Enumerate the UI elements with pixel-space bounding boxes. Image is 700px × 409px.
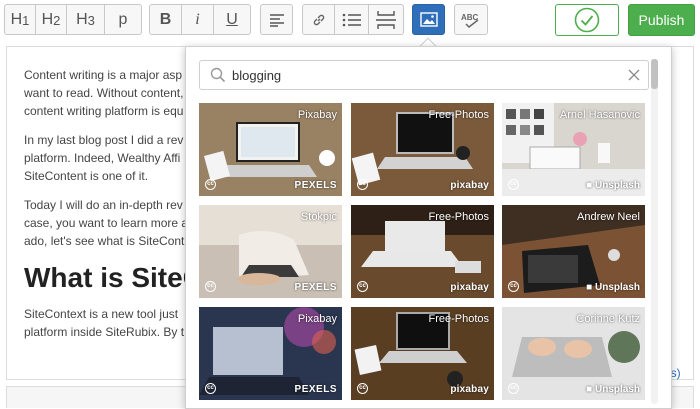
image-search-input[interactable]	[232, 67, 612, 83]
cc-icon: cc	[357, 179, 368, 190]
image-search-box	[199, 60, 649, 90]
svg-text:ABC: ABC	[461, 13, 479, 22]
image-result-tile[interactable]: Free-Photos cc pixabay	[351, 205, 494, 298]
list-button[interactable]	[335, 5, 369, 34]
page-break-button[interactable]	[369, 5, 403, 34]
insert-image-button[interactable]	[412, 4, 445, 35]
close-icon[interactable]	[628, 69, 640, 81]
paragraph-button[interactable]: p	[105, 5, 141, 34]
image-brand-label: pixabay	[450, 282, 489, 293]
insert-group	[302, 4, 404, 35]
scroll-thumb[interactable]	[651, 59, 658, 89]
search-icon	[210, 67, 226, 83]
italic-button[interactable]: i	[182, 5, 214, 34]
image-picker-popup: Pixabay cc PEXELS Free-Photos cc pixabay	[185, 46, 672, 409]
save-check-button[interactable]	[555, 4, 619, 36]
image-icon	[419, 12, 438, 27]
format-group: B i U	[149, 4, 251, 35]
image-source-label: Free-Photos	[428, 313, 489, 325]
spellcheck-icon: ABC	[461, 13, 479, 28]
image-brand-label: ■ Unsplash	[586, 180, 640, 191]
cc-icon: cc	[508, 383, 519, 394]
popup-scrollbar[interactable]	[651, 59, 658, 404]
heading-2-button[interactable]: H2	[36, 5, 67, 34]
image-brand-label: PEXELS	[294, 180, 337, 191]
list-icon	[342, 13, 361, 26]
bold-button[interactable]: B	[150, 5, 182, 34]
image-source-label: Andrew Neel	[577, 211, 640, 223]
image-result-tile[interactable]: Pixabay cc PEXELS	[199, 103, 342, 196]
image-result-tile[interactable]: Corinne Kutz cc ■ Unsplash	[502, 307, 645, 400]
image-brand-label: pixabay	[450, 384, 489, 395]
page-break-icon	[376, 10, 396, 29]
underline-button[interactable]: U	[214, 5, 250, 34]
spellcheck-button[interactable]: ABC	[454, 4, 488, 35]
cc-icon: cc	[508, 281, 519, 292]
image-brand-label: ■ Unsplash	[586, 282, 640, 293]
image-brand-label: PEXELS	[294, 384, 337, 395]
publish-button[interactable]: Publish	[628, 4, 695, 36]
heading-3-button[interactable]: H3	[67, 5, 105, 34]
image-result-tile[interactable]: Free-Photos cc pixabay	[351, 103, 494, 196]
image-result-tile[interactable]: Stokpic cc PEXELS	[199, 205, 342, 298]
editor-toolbar: H1 H2 H3 p B i U ABC Publish	[0, 0, 700, 40]
image-brand-label: PEXELS	[294, 282, 337, 293]
link-button[interactable]	[303, 5, 335, 34]
link-icon	[313, 14, 324, 25]
heading-1-button[interactable]: H1	[5, 5, 36, 34]
image-source-label: Pixabay	[297, 313, 337, 325]
checkmark-circle-icon	[574, 7, 600, 33]
cc-icon: cc	[205, 383, 216, 394]
align-left-icon	[269, 13, 284, 27]
cc-icon: cc	[205, 179, 216, 190]
cc-icon: cc	[357, 383, 368, 394]
cc-icon: cc	[205, 281, 216, 292]
image-result-tile[interactable]: Pixabay cc PEXELS	[199, 307, 342, 400]
image-result-tile[interactable]: Free-Photos cc pixabay	[351, 307, 494, 400]
image-result-tile[interactable]: Andrew Neel cc ■ Unsplash	[502, 205, 645, 298]
image-source-label: Corinne Kutz	[576, 313, 640, 325]
image-brand-label: pixabay	[450, 180, 489, 191]
image-result-tile[interactable]: Arnel Hasanovic cc ■ Unsplash	[502, 103, 645, 196]
image-source-label: Pixabay	[297, 109, 337, 121]
align-button[interactable]	[260, 4, 293, 35]
image-source-label: Free-Photos	[428, 109, 489, 121]
cc-icon: cc	[357, 281, 368, 292]
image-source-label: Arnel Hasanovic	[559, 109, 640, 121]
cc-icon: cc	[508, 179, 519, 190]
image-brand-label: ■ Unsplash	[586, 384, 640, 395]
heading-group: H1 H2 H3 p	[4, 4, 142, 35]
image-source-label: Free-Photos	[428, 211, 489, 223]
image-source-label: Stokpic	[300, 211, 337, 223]
